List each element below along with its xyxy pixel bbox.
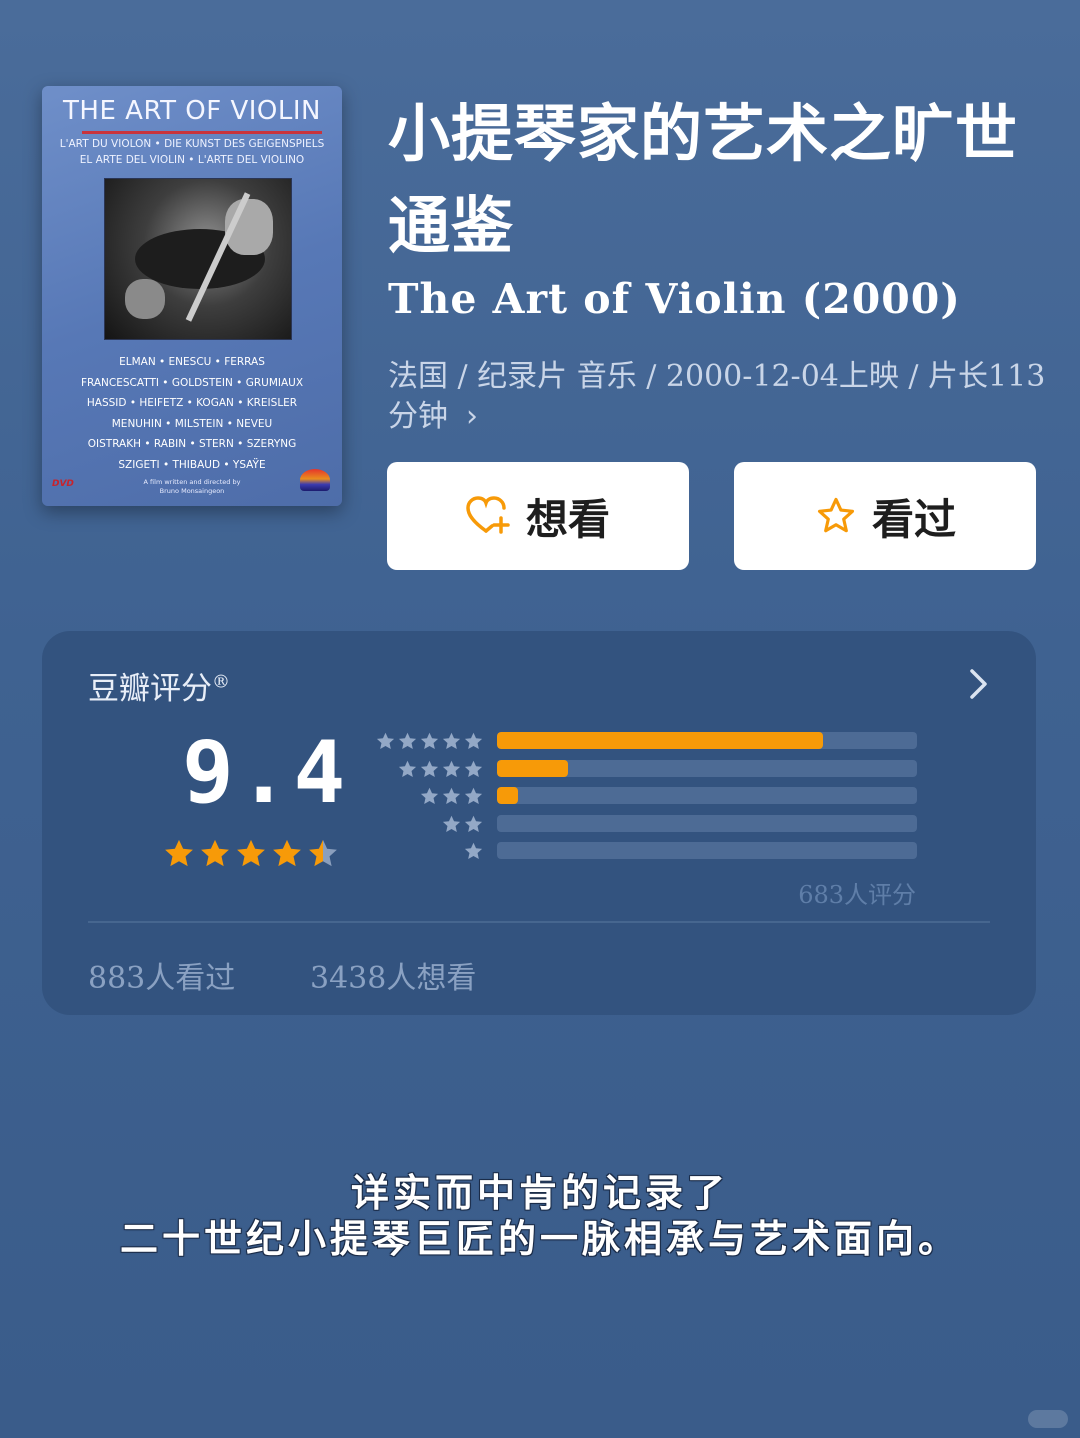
rating-label: 豆瓣评分 [88, 671, 212, 707]
star-icon [442, 760, 461, 777]
distribution-bar-fill [497, 732, 823, 749]
poster-title: THE ART OF VIOLIN [63, 96, 321, 126]
heart-plus-icon [466, 496, 510, 534]
registered-mark: ® [212, 671, 230, 693]
poster-name-row: OISTRAKH • RABIN • STERN • SZERYNG [87, 438, 297, 450]
distribution-bar-fill [497, 787, 518, 804]
distribution-stars [374, 731, 484, 752]
caption: 详实而中肯的记录了 二十世纪小提琴巨匠的一脉相承与艺术面向。 [0, 1170, 1080, 1262]
watched-button-label: 看过 [871, 494, 956, 544]
rating-distribution-row [374, 839, 934, 867]
watermark-badge [1028, 1410, 1068, 1428]
distribution-stars [462, 841, 484, 862]
distribution-bar-track [497, 732, 917, 749]
distribution-stars [396, 759, 484, 780]
rating-distribution-row [374, 757, 934, 785]
distribution-stars [418, 786, 484, 807]
star-icon [420, 732, 439, 750]
star-icon [165, 839, 193, 867]
star-icon [464, 760, 483, 777]
want-button-label: 想看 [525, 494, 610, 544]
poster-subtitle-1: L'ART DU VIOLON • DIE KUNST DES GEIGENSP… [59, 138, 325, 150]
caption-line: 详实而中肯的记录了 [350, 1170, 729, 1215]
rating-distribution-row [374, 812, 934, 840]
label-logo [300, 469, 330, 491]
ratings-count: 683人评分 [798, 881, 916, 909]
poster-name-row: MENUHIN • MILSTEIN • NEVEU [111, 417, 273, 430]
poster-credit-line: A film written and directed by [143, 478, 241, 486]
star-icon [273, 839, 301, 867]
seen-count[interactable]: 883人看过 [88, 953, 235, 997]
distribution-bar-track [497, 842, 917, 859]
distribution-stars [440, 814, 484, 835]
star-icon [309, 839, 337, 867]
want-count[interactable]: 3438人想看 [310, 953, 476, 997]
poster-divider [82, 131, 322, 134]
rating-distribution-row [374, 729, 934, 757]
distribution-bar-fill [497, 759, 569, 777]
star-icon [442, 732, 461, 750]
star-outline-icon [817, 497, 855, 533]
rating-card-title: 豆瓣评分® [88, 663, 230, 708]
chevron-right-icon[interactable] [968, 667, 990, 701]
distribution-bar-track [497, 759, 917, 777]
star-icon [237, 839, 265, 867]
star-icon [420, 787, 439, 805]
poster-violinist-photo [104, 178, 292, 340]
rating-score: 9.4 [182, 723, 350, 823]
star-icon [398, 760, 417, 777]
want-to-watch-button[interactable]: 想看 [387, 462, 689, 570]
movie-title-en: The Art of Violin (2000) [388, 275, 961, 323]
poster-credit-line: Bruno Monsaingeon [159, 487, 225, 495]
star-icon [464, 815, 483, 832]
rating-card[interactable]: 豆瓣评分® 9.4 683人评分 883人看过 3438人想看 [42, 631, 1036, 1015]
star-icon [442, 787, 461, 805]
distribution-bar-track [497, 787, 917, 804]
distribution-bar-track [497, 814, 917, 832]
poster-name-row: HASSID • HEIFETZ • KOGAN • KREISLER [86, 397, 298, 409]
poster-name-row: SZIGETI • THIBAUD • YSAŸE [118, 458, 266, 471]
rating-distribution-row [374, 784, 934, 812]
star-icon [201, 839, 229, 867]
movie-poster[interactable]: THE ART OF VIOLIN L'ART DU VIOLON • DIE … [42, 86, 342, 506]
poster-name-row: ELMAN • ENESCU • FERRAS [119, 356, 265, 368]
poster-credit: A film written and directed by Bruno Mon… [42, 478, 342, 496]
movie-meta-text: 法国 / 纪录片 音乐 / 2000-12-04上映 / 片长113分钟 [388, 359, 1046, 434]
star-icon [442, 815, 461, 832]
card-divider [88, 921, 990, 923]
star-icon [464, 787, 483, 805]
rating-distribution [374, 729, 934, 867]
rating-stars [162, 837, 342, 871]
watched-button[interactable]: 看过 [734, 462, 1036, 570]
star-icon [464, 842, 483, 860]
caption-line: 二十世纪小提琴巨匠的一脉相承与艺术面向。 [119, 1216, 960, 1261]
movie-meta[interactable]: 法国 / 纪录片 音乐 / 2000-12-04上映 / 片长113分钟 › [388, 357, 1048, 437]
poster-names: ELMAN • ENESCU • FERRAS FRANCESCATTI • G… [42, 352, 342, 475]
chevron-right-icon: › [466, 399, 478, 434]
star-icon [464, 732, 483, 750]
star-icon [398, 732, 417, 750]
star-icon [420, 760, 439, 777]
poster-name-row: FRANCESCATTI • GOLDSTEIN • GRUMIAUX [80, 376, 304, 389]
movie-title-cn: 小提琴家的艺术之旷世通鉴 [388, 97, 1019, 262]
star-icon [376, 732, 395, 750]
poster-subtitle-2: EL ARTE DEL VIOLIN • L'ARTE DEL VIOLINO [79, 154, 305, 166]
